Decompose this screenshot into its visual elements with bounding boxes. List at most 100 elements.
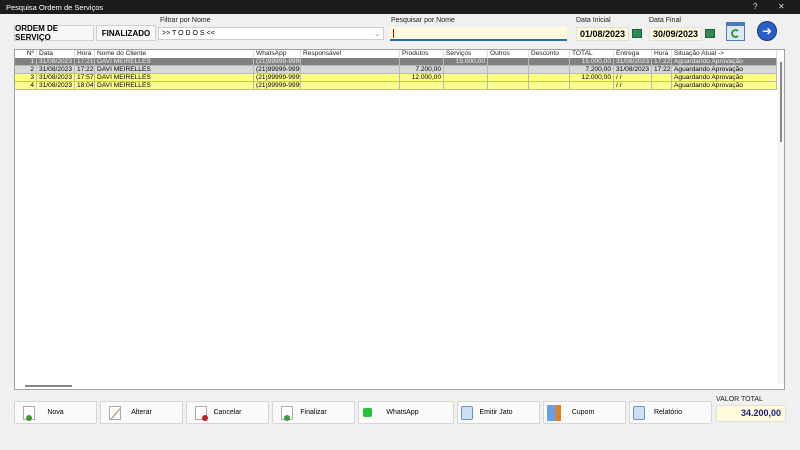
search-refresh-icon[interactable] <box>726 22 745 41</box>
table-cell <box>652 74 672 82</box>
table-cell: 31/08/2023 <box>37 74 75 82</box>
table-cell: 7.200,00 <box>570 66 614 74</box>
orders-table: Nº Data Hora Nome do Cliente WhatsApp Respons… <box>14 49 785 390</box>
table-cell: 17:21 <box>75 58 95 66</box>
column-header: Outros <box>488 50 529 58</box>
help-button[interactable]: ? <box>753 2 757 11</box>
date-end-input[interactable]: 30/09/2023 <box>649 27 702 41</box>
table-cell: 31/08/2023 <box>37 82 75 90</box>
filter-value: >> T O D O S << <box>162 30 215 37</box>
cupom-label: Cupom <box>571 409 595 416</box>
table-cell <box>570 82 614 90</box>
column-header: Nome do Cliente <box>95 50 254 58</box>
total-value: 34.200,00 <box>716 405 786 422</box>
column-header: Responsável <box>301 50 400 58</box>
table-cell: 3 <box>15 74 37 82</box>
horizontal-scrollbar[interactable] <box>25 385 72 387</box>
total-label: VALOR TOTAL <box>716 396 763 403</box>
table-cell <box>400 58 444 66</box>
tab-ordem-de-servico[interactable]: ORDEM DE SERVIÇO <box>14 24 94 42</box>
close-button[interactable]: ✕ <box>778 2 785 11</box>
table-cell <box>444 82 488 90</box>
edit-pencil-icon <box>109 405 121 420</box>
calendar-icon[interactable] <box>705 29 715 38</box>
column-header: Data <box>37 50 75 58</box>
table-cell: Aguardando Aprovação <box>672 58 777 66</box>
table-cell: 1 <box>15 58 37 66</box>
title-bar: Pesquisa Ordem de Serviços ? ✕ <box>0 0 800 14</box>
calendar-icon[interactable] <box>632 29 642 38</box>
table-cell: 4 <box>15 82 37 90</box>
emitir-jato-label: Emitir Jato <box>479 409 513 416</box>
table-cell: DAVI MEIRELLES <box>95 58 254 66</box>
table-cell: 12.000,00 <box>400 74 444 82</box>
column-header: WhatsApp <box>254 50 301 58</box>
exit-arrow-icon[interactable]: ➜ <box>757 21 777 41</box>
new-doc-icon <box>23 405 35 421</box>
table-cell: Aguardando Aprovação <box>672 82 777 90</box>
cancel-doc-icon <box>195 405 208 421</box>
table-cell: 15.000,00 <box>444 58 488 66</box>
table-cell <box>488 74 529 82</box>
table-cell <box>529 74 570 82</box>
search-input[interactable] <box>390 27 567 41</box>
table-cell: 17:22 <box>652 66 672 74</box>
search-label: Pesquisar por Nome <box>391 17 455 24</box>
relatorio-label: Relatório <box>653 409 682 416</box>
table-cell: 17:57 <box>75 74 95 82</box>
table-cell: DAVI MEIRELLES <box>95 82 254 90</box>
table-cell: (21)99999-9999 <box>254 74 301 82</box>
table-header: Nº Data Hora Nome do Cliente WhatsApp Respons… <box>15 50 777 58</box>
column-header: Hora <box>75 50 95 58</box>
whatsapp-icon <box>363 408 372 417</box>
alterar-label: Alterar <box>131 409 152 416</box>
whatsapp-label: WhatsApp <box>386 409 419 416</box>
relatorio-button[interactable]: Relatório <box>629 401 712 424</box>
table-cell: 12.000,00 <box>570 74 614 82</box>
column-header: Produtos <box>400 50 444 58</box>
table-row[interactable]: 1 31/08/2023 17:21 DAVI MEIRELLES (21)99999-… <box>15 58 777 66</box>
table-cell: 7.200,00 <box>400 66 444 74</box>
chevron-down-icon: ⌄ <box>374 30 380 38</box>
vertical-scrollbar[interactable] <box>777 60 784 384</box>
filter-label: Filtrar por Nome <box>160 17 211 24</box>
nova-label: Nova <box>47 409 64 416</box>
table-cell: 31/08/2023 <box>614 58 652 66</box>
whatsapp-button[interactable]: WhatsApp <box>358 401 454 424</box>
filter-select[interactable]: >> T O D O S << ⌄ <box>158 27 384 40</box>
cupom-button[interactable]: Cupom <box>543 401 626 424</box>
column-header: TOTAL <box>570 50 614 58</box>
table-cell: DAVI MEIRELLES <box>95 66 254 74</box>
column-header: Hora <box>652 50 672 58</box>
alterar-button[interactable]: Alterar <box>100 401 183 424</box>
column-header: Desconto <box>529 50 570 58</box>
printer-icon <box>461 405 473 420</box>
receipt-icon <box>547 404 561 421</box>
table-cell <box>529 82 570 90</box>
cancelar-button[interactable]: Cancelar <box>186 401 269 424</box>
text-cursor <box>393 29 394 38</box>
finalizar-button[interactable]: Finalizar <box>272 401 355 424</box>
table-cell <box>529 66 570 74</box>
table-row[interactable]: 3 31/08/2023 17:57 DAVI MEIRELLES (21)99999-… <box>15 74 777 82</box>
table-row[interactable]: 4 31/08/2023 18:04 DAVI MEIRELLES (21)99999-… <box>15 82 777 90</box>
table-row[interactable]: 2 31/08/2023 17:22 DAVI MEIRELLES (21)99999-… <box>15 66 777 74</box>
table-cell: Aguardando Aprovação <box>672 66 777 74</box>
table-cell: (21)99999-9999 <box>254 66 301 74</box>
table-cell <box>301 58 400 66</box>
table-cell: Aguardando Aprovação <box>672 74 777 82</box>
table-cell: (21)99999-9999 <box>254 82 301 90</box>
table-cell: 31/08/2023 <box>37 58 75 66</box>
table-cell: 18:04 <box>75 82 95 90</box>
column-header: Situação Atual -> <box>672 50 777 58</box>
column-header: Nº <box>15 50 37 58</box>
table-cell <box>488 82 529 90</box>
table-cell <box>301 74 400 82</box>
table-cell <box>529 58 570 66</box>
table-cell <box>652 82 672 90</box>
emitir-jato-button[interactable]: Emitir Jato <box>457 401 540 424</box>
date-start-input[interactable]: 01/08/2023 <box>576 27 629 41</box>
date-end-label: Data Final <box>649 17 681 24</box>
nova-button[interactable]: Nova <box>14 401 97 424</box>
tab-finalizado[interactable]: FINALIZADO <box>96 25 156 41</box>
